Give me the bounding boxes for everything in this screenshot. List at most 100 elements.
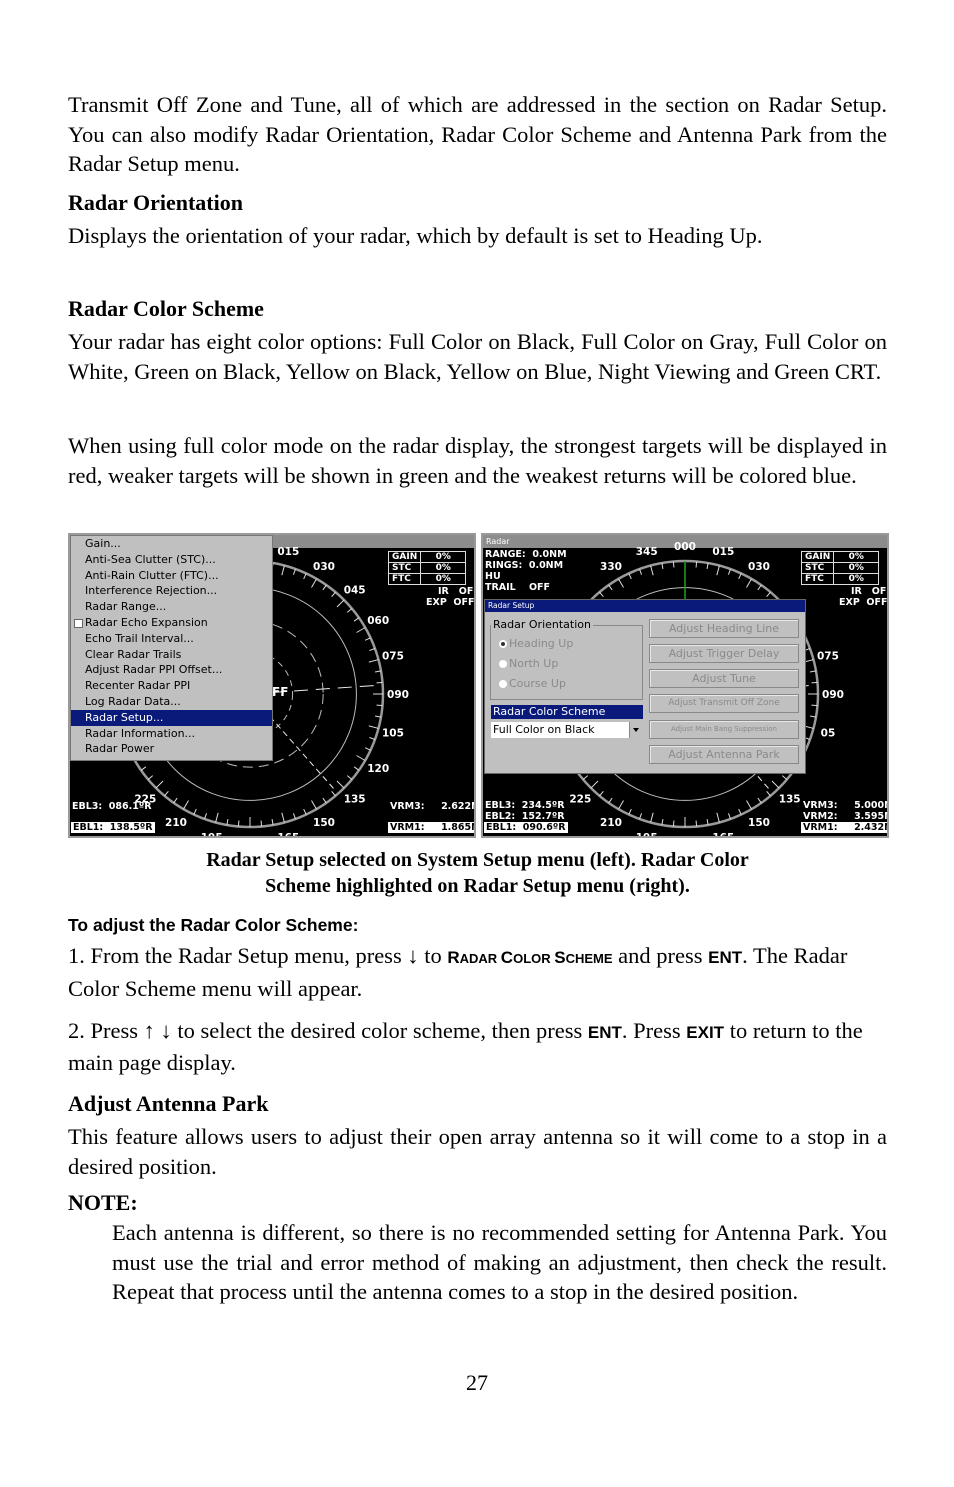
bearing-label: 090 — [387, 689, 409, 701]
menu-item[interactable]: Radar Echo Expansion — [71, 615, 272, 631]
menu-item[interactable]: Echo Trail Interval... — [71, 631, 272, 647]
sc-letter: S — [554, 948, 566, 967]
gain-value: 0% — [833, 551, 880, 563]
bearing-label: 030 — [748, 561, 770, 573]
bearing-label: 015 — [712, 546, 734, 558]
vrm1-readout: VRM1: 2.432NM — [801, 822, 887, 833]
radio-heading-up[interactable]: Heading Up — [499, 637, 573, 650]
tick-mark — [376, 681, 383, 684]
ebl1-readout: EBL1: 138.5ºR — [71, 822, 155, 833]
radio-course-up[interactable]: Course Up — [499, 677, 566, 690]
menu-item[interactable]: Radar Range... — [71, 599, 272, 615]
menu-item[interactable]: Radar Setup... — [71, 709, 272, 726]
procedure-step-2: 2. Press ↑ ↓ to select the desired color… — [68, 1016, 887, 1077]
tick-mark — [353, 617, 360, 622]
radio-north-up[interactable]: North Up — [499, 657, 558, 670]
menu-item[interactable]: Log Radar Data... — [71, 694, 272, 710]
color-scheme-label: Radar Color Scheme — [491, 705, 643, 719]
tick-mark — [757, 584, 762, 591]
menu-item-label: Interference Rejection... — [85, 584, 218, 598]
ftc-label: FTC — [387, 573, 422, 585]
tick-mark — [281, 812, 285, 823]
sc-letter: C — [500, 948, 514, 967]
up-down-arrow-icon: ↑ ↓ — [143, 1018, 172, 1043]
tick-mark — [147, 775, 154, 780]
antenna-park-body: This feature allows users to adjust thei… — [68, 1124, 887, 1179]
stc-value: 0% — [833, 562, 880, 574]
adjust-transmit-off-zone-button[interactable]: Adjust Transmit Off Zone — [649, 694, 799, 713]
tick-mark — [368, 725, 379, 729]
bearing-label: 135 — [344, 794, 366, 806]
bearing-label: 120 — [367, 763, 389, 775]
tick-mark — [757, 797, 762, 804]
menu-item[interactable]: Radar Information... — [71, 726, 272, 742]
bearing-label: 000 — [674, 541, 696, 553]
tick-mark — [650, 812, 654, 823]
adjust-antenna-park-button[interactable]: Adjust Antenna Park — [649, 745, 799, 764]
tick-mark — [346, 775, 353, 780]
bearing-label: 135 — [779, 794, 801, 806]
figure-caption: Radar Setup selected on System Setup men… — [68, 847, 887, 899]
ebl2-readout: EBL2: 152.7ºR — [485, 811, 565, 822]
exp-status: EXP OFF — [839, 597, 888, 608]
menu-item[interactable]: Anti-Sea Clutter (STC)... — [71, 552, 272, 568]
adjust-trigger-delay-button[interactable]: Adjust Trigger Delay — [649, 644, 799, 663]
menu-item-label: Echo Trail Interval... — [85, 631, 194, 645]
menu-item-label: Recenter Radar PPI — [85, 679, 191, 693]
menu-item-label: Anti-Rain Clutter (FTC)... — [85, 568, 219, 582]
step-text: to select the desired color scheme, then… — [171, 1018, 588, 1043]
tick-mark — [368, 659, 379, 663]
note-label: NOTE: — [68, 1190, 138, 1215]
tick-mark — [336, 599, 345, 608]
tick-mark — [322, 797, 327, 804]
sc-letter: OLOR — [513, 951, 555, 966]
adjust-main-bang-suppression-button[interactable]: Adjust Main Bang Suppression — [649, 720, 799, 739]
bearing-label: 195 — [201, 832, 223, 836]
radio-label: Course Up — [509, 677, 566, 690]
menu-item[interactable]: Interference Rejection... — [71, 583, 272, 599]
menu-item[interactable]: Adjust Radar PPI Offset... — [71, 662, 272, 678]
bearing-label: 345 — [636, 546, 658, 558]
tick-mark — [311, 578, 317, 588]
menu-item[interactable]: Radar Power — [71, 741, 272, 757]
menu-item[interactable]: Clear Radar Trails — [71, 647, 272, 663]
tick-mark — [738, 808, 742, 815]
vrm1-readout: VRM1: 1.865NM — [388, 822, 474, 833]
tick-mark — [346, 608, 353, 613]
radar-context-menu: Gain... Anti-Sea Clutter (STC)... Anti-Rai… — [70, 535, 273, 761]
tick-mark — [628, 808, 632, 815]
sc-letter: R — [447, 948, 460, 967]
adjust-tune-button[interactable]: Adjust Tune — [649, 669, 799, 688]
ebl1-readout: EBL1: 090.6ºR — [484, 822, 568, 833]
stc-label: STC — [800, 562, 835, 574]
tick-mark — [771, 780, 780, 789]
radio-unchecked-icon — [499, 660, 507, 668]
adjust-heading-line-button[interactable]: Adjust Heading Line — [649, 619, 799, 638]
tick-mark — [766, 591, 771, 598]
tick-mark — [322, 584, 327, 591]
sc-letter: ADAR — [459, 951, 501, 966]
radio-checked-icon — [499, 640, 507, 648]
heading-adjust-antenna-park: Adjust Antenna Park — [68, 1091, 269, 1116]
menu-item[interactable]: Anti-Rain Clutter (FTC)... — [71, 568, 272, 584]
menu-item-label: Gain... — [85, 537, 121, 550]
tick-mark — [608, 797, 613, 804]
tick-mark — [716, 565, 720, 576]
bearing-label: 015 — [277, 546, 299, 558]
color-scheme-select[interactable]: Full Color on Black — [491, 722, 641, 738]
tick-mark — [695, 561, 698, 568]
checkbox-icon[interactable] — [74, 618, 83, 628]
step-text: to — [418, 943, 448, 968]
note-body: Each antenna is different, so there is n… — [112, 1220, 887, 1304]
bearing-label: 045 — [344, 584, 366, 596]
tick-mark — [281, 565, 285, 576]
dropdown-arrow-icon[interactable] — [629, 722, 641, 738]
tick-mark — [173, 797, 178, 804]
color-scheme-body-2: When using full color mode on the radar … — [68, 433, 887, 488]
tick-mark — [364, 637, 371, 641]
tick-mark — [811, 681, 818, 684]
menu-item[interactable]: Recenter Radar PPI — [71, 678, 272, 694]
bearing-label: 225 — [569, 794, 591, 806]
heading-radar-color-scheme: Radar Color Scheme — [68, 296, 264, 321]
menu-item[interactable]: Gain... — [71, 536, 272, 552]
